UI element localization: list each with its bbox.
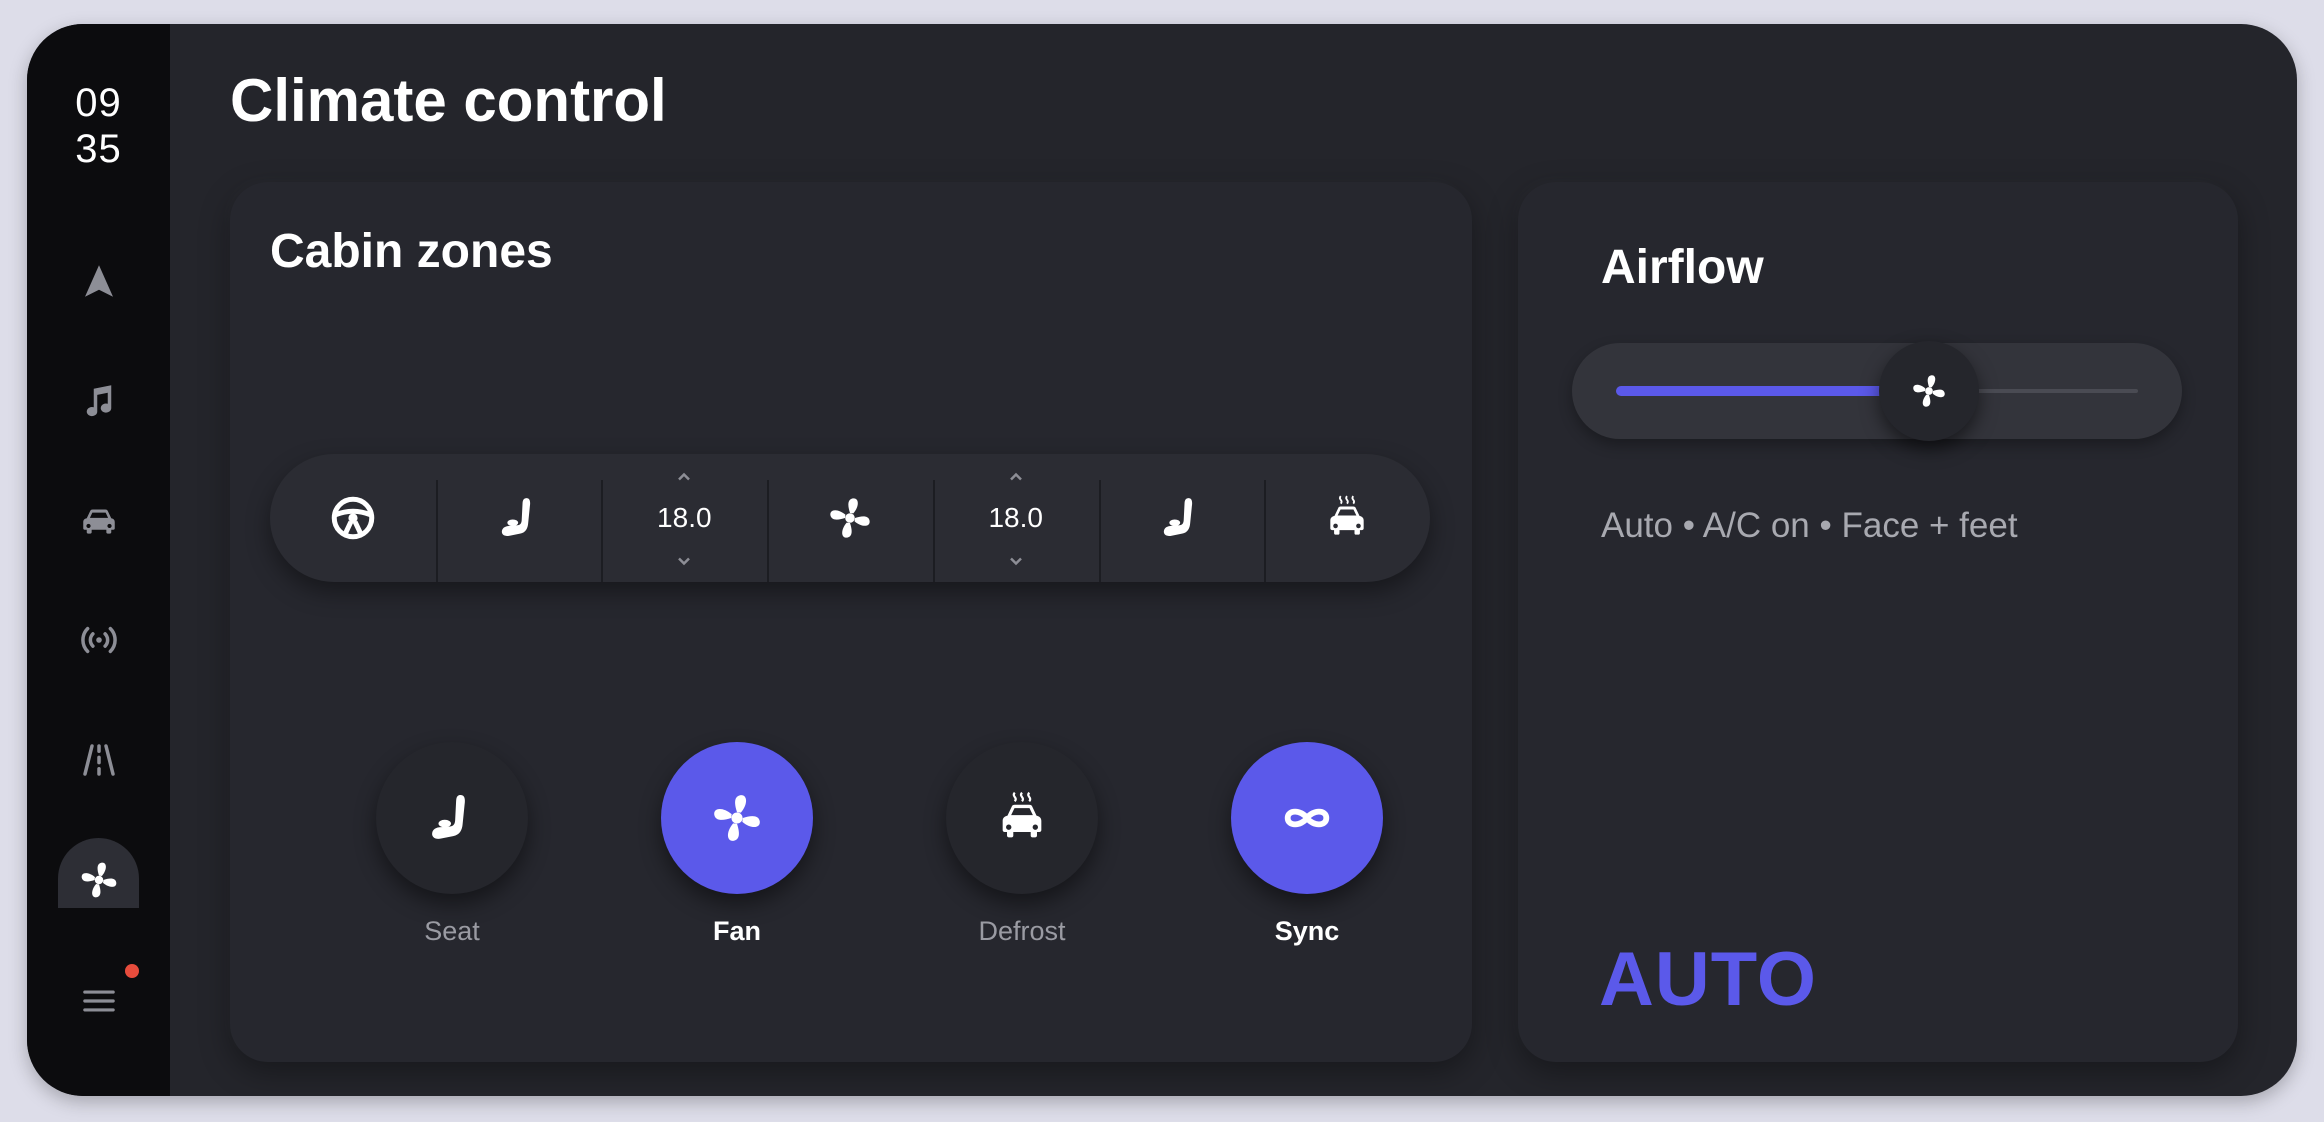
rail-vehicle[interactable]: [58, 479, 139, 560]
fan-action: Fan: [661, 742, 813, 947]
right-temp-down-button[interactable]: [1009, 554, 1023, 568]
seat-icon: [423, 789, 481, 847]
fan-icon: [708, 789, 766, 847]
clock-minute: 35: [75, 127, 122, 171]
left-temp-control: 18.0: [601, 454, 767, 582]
airflow-slider-thumb[interactable]: [1879, 341, 1980, 441]
airflow-status: Auto • A/C on • Face + feet: [1601, 506, 2018, 545]
page-title: Climate control: [230, 67, 667, 134]
fan-icon: [1909, 371, 1949, 411]
seat-action-button[interactable]: [376, 742, 528, 894]
sync-action: Sync: [1231, 742, 1383, 947]
chevron-up-icon: [1009, 472, 1022, 481]
defrost-icon: [993, 789, 1051, 847]
airflow-card: Airflow: [1518, 182, 2238, 1062]
car-icon: [82, 509, 115, 534]
rail-road[interactable]: [58, 719, 139, 800]
clock-hour: 09: [75, 81, 122, 125]
right-temp-control: 18.0: [932, 454, 1099, 582]
sync-action-button[interactable]: [1231, 742, 1383, 894]
zone-control-bar: 18.0 18.0: [270, 454, 1430, 582]
left-seat-button[interactable]: [435, 454, 602, 582]
road-icon: [82, 743, 115, 776]
rail-music[interactable]: [58, 360, 139, 441]
seat-action: Seat: [376, 742, 528, 947]
airflow-slider[interactable]: [1572, 341, 2182, 441]
fan-icon: [77, 858, 121, 902]
airflow-title: Airflow: [1601, 241, 1764, 294]
rear-defrost-button[interactable]: [1264, 454, 1430, 582]
chevron-down-icon: [678, 557, 691, 566]
chevron-down-icon: [1009, 557, 1022, 566]
device-frame: 09 35 Climate control Cabin zones 18.0 1…: [27, 24, 2297, 1096]
radio-signal-icon: [80, 626, 117, 653]
defrost-action-label: Defrost: [978, 916, 1066, 946]
fan-action-button[interactable]: [661, 742, 813, 894]
sync-icon: [1284, 808, 1330, 828]
rail-connectivity[interactable]: [58, 599, 139, 680]
sync-action-label: Sync: [1274, 916, 1340, 946]
right-seat-button[interactable]: [1098, 454, 1265, 582]
auto-mode-label: AUTO: [1599, 937, 1817, 1022]
right-temp-up-button[interactable]: [1009, 470, 1023, 484]
menu-icon: [82, 990, 115, 1011]
left-temp-down-button[interactable]: [677, 554, 691, 568]
rail-climate[interactable]: [58, 838, 139, 908]
side-rail: 09 35: [27, 24, 170, 1096]
music-icon: [86, 384, 111, 416]
center-fan-button[interactable]: [767, 454, 933, 582]
navigation-icon: [84, 264, 113, 297]
left-temp-value: 18.0: [657, 502, 712, 533]
steering-wheel-icon: [331, 496, 375, 540]
steering-heat-button[interactable]: [270, 454, 436, 582]
seat-icon: [494, 493, 544, 543]
cabin-zones-title: Cabin zones: [270, 225, 553, 278]
seat-action-label: Seat: [424, 916, 480, 946]
chevron-up-icon: [678, 472, 691, 481]
fan-action-label: Fan: [712, 916, 761, 946]
defrost-action: Defrost: [946, 742, 1098, 947]
defrost-action-button[interactable]: [946, 742, 1098, 894]
rail-navigation[interactable]: [58, 240, 139, 321]
fan-icon: [825, 493, 875, 543]
right-temp-value: 18.0: [988, 502, 1043, 533]
left-temp-up-button[interactable]: [677, 470, 691, 484]
cabin-zones-card: Cabin zones 18.0 18.0 Seat Fan Defrost S…: [230, 182, 1472, 1062]
notification-dot: [125, 964, 139, 978]
seat-icon: [1156, 493, 1206, 543]
clock: 09 35: [27, 80, 170, 172]
defrost-icon: [1322, 493, 1372, 543]
